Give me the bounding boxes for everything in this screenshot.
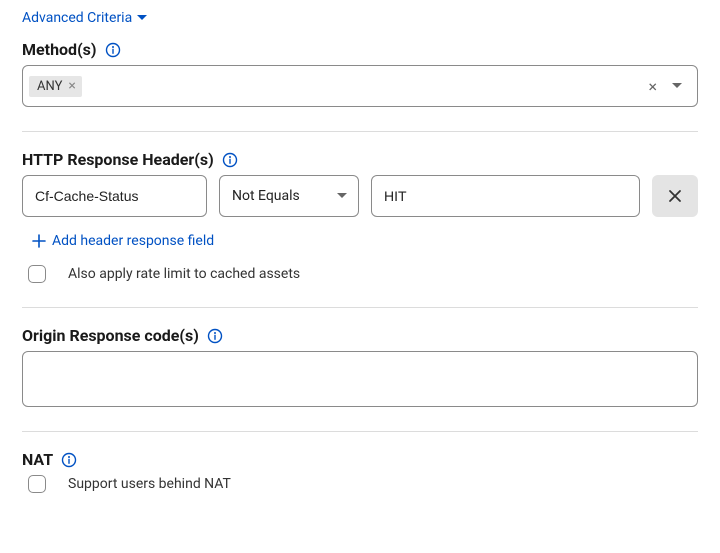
- info-icon[interactable]: [105, 42, 121, 58]
- header-value-input[interactable]: [371, 175, 640, 217]
- close-icon: [667, 188, 683, 204]
- info-icon[interactable]: [61, 452, 77, 468]
- origin-codes-label: Origin Response code(s): [22, 326, 199, 345]
- divider: [22, 307, 698, 308]
- methods-label: Method(s): [22, 40, 97, 59]
- nat-checkbox[interactable]: [28, 475, 46, 493]
- chevron-down-icon: [336, 188, 348, 204]
- response-headers-label: HTTP Response Header(s): [22, 150, 214, 169]
- clear-all-icon[interactable]: ×: [642, 77, 663, 96]
- chevron-down-icon[interactable]: [667, 78, 691, 94]
- cache-assets-label: Also apply rate limit to cached assets: [68, 266, 300, 282]
- add-header-label: Add header response field: [52, 233, 214, 249]
- nat-checkbox-label: Support users behind NAT: [68, 476, 231, 492]
- cache-assets-checkbox[interactable]: [28, 265, 46, 283]
- advanced-criteria-toggle[interactable]: Advanced Criteria: [22, 10, 148, 26]
- advanced-criteria-label: Advanced Criteria: [22, 10, 132, 26]
- remove-header-button[interactable]: [652, 175, 698, 217]
- header-name-input[interactable]: [22, 175, 207, 217]
- divider: [22, 431, 698, 432]
- nat-label: NAT: [22, 450, 53, 469]
- chip-remove-icon[interactable]: ×: [68, 79, 75, 93]
- origin-codes-input[interactable]: [22, 351, 698, 407]
- method-chip: ANY ×: [29, 76, 82, 97]
- methods-multiselect[interactable]: ANY × ×: [22, 65, 698, 107]
- info-icon[interactable]: [207, 328, 223, 344]
- plus-icon: [32, 234, 46, 248]
- caret-down-icon: [136, 14, 148, 22]
- header-operator-select[interactable]: Not Equals: [219, 175, 359, 217]
- add-header-link[interactable]: Add header response field: [32, 233, 214, 249]
- method-chip-label: ANY: [37, 79, 62, 94]
- divider: [22, 131, 698, 132]
- info-icon[interactable]: [222, 152, 238, 168]
- header-operator-value: Not Equals: [232, 188, 330, 204]
